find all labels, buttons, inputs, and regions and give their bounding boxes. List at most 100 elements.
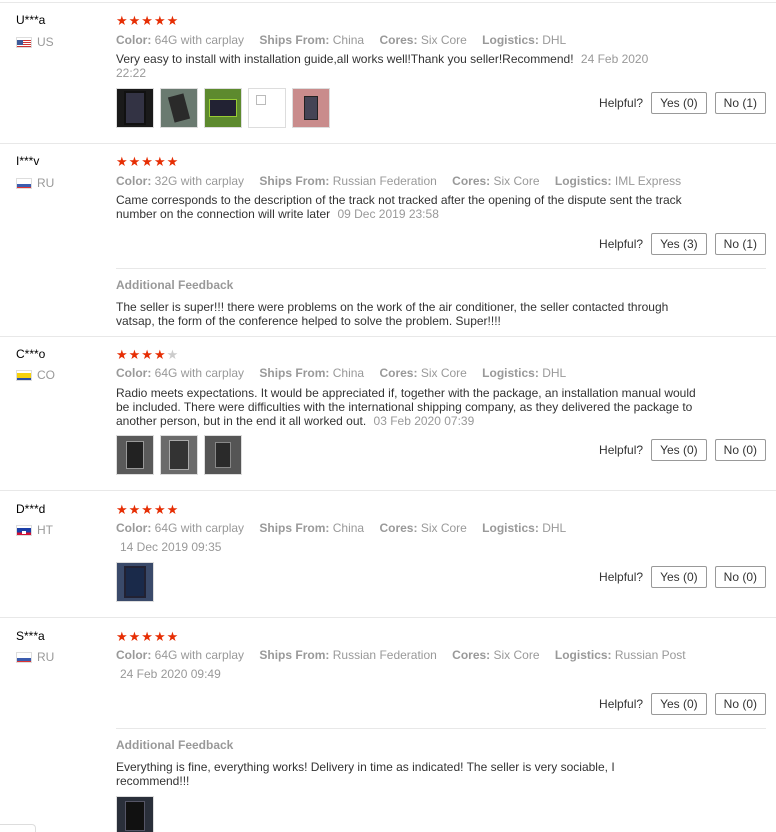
country-code: CO [37,368,55,382]
helpful-no-button[interactable]: No (0) [714,566,766,588]
helpful-yes-button[interactable]: Yes (0) [651,92,707,114]
review-attributes: Color: 64G with carplay Ships From: Chin… [116,366,578,380]
color-label: Color: [116,521,152,535]
helpful-no-button[interactable]: No (1) [714,92,766,114]
reviewer-name: D***d [16,502,46,516]
cores-value: Six Core [420,521,467,535]
ships-from-value: China [332,521,365,535]
helpful-label: Helpful? [599,96,644,110]
country-code: RU [37,176,55,190]
co-flag-icon [16,369,32,381]
color-value: 32G with carplay [154,174,245,188]
review-photo[interactable] [116,562,154,602]
review-text: Radio meets expectations. It would be ap… [116,386,696,428]
review-photo[interactable] [116,435,154,475]
ru-flag-icon [16,177,32,189]
ht-flag-icon [16,524,32,536]
ships-from-label: Ships From: [259,174,330,188]
feedback-separator [116,728,766,729]
review-separator [0,336,776,337]
helpful-yes-button[interactable]: Yes (0) [651,693,707,715]
star-rating: ★★★★★ [116,154,180,169]
star-rating: ★★★★★ [116,13,180,28]
review-attributes: Color: 64G with carplay Ships From: Russ… [116,648,698,662]
review-text: 14 Dec 2019 09:35 [116,540,696,554]
review-attributes: Color: 32G with carplay Ships From: Russ… [116,174,693,188]
review-photo[interactable] [204,435,242,475]
color-value: 64G with carplay [154,33,245,47]
review-photo[interactable] [116,796,154,832]
logistics-label: Logistics: [554,174,612,188]
cores-value: Six Core [493,174,540,188]
cores-label: Cores: [379,33,418,47]
ships-from-value: Russian Federation [332,174,437,188]
ships-from-label: Ships From: [259,521,330,535]
cores-label: Cores: [379,366,418,380]
reviewer-country: US [16,35,54,49]
helpful-yes-button[interactable]: Yes (3) [651,233,707,255]
review-date: 09 Dec 2019 23:58 [337,207,439,221]
review-attributes: Color: 64G with carplay Ships From: Chin… [116,521,578,535]
review-photos [116,435,242,475]
review-photos [116,88,330,128]
helpful-voting: Helpful? Yes (0) No (0) [599,566,766,588]
star-rating: ★★★★★ [116,502,180,517]
color-label: Color: [116,33,152,47]
review-photo[interactable] [292,88,330,128]
reviewer-country: HT [16,523,53,537]
review-separator [0,143,776,144]
feedback-separator [116,268,766,269]
cores-label: Cores: [452,174,491,188]
logistics-label: Logistics: [482,366,539,380]
helpful-no-button[interactable]: No (0) [714,693,766,715]
broken-image-icon[interactable] [248,88,286,128]
review-photo[interactable] [204,88,242,128]
helpful-yes-button[interactable]: Yes (0) [651,566,707,588]
review-photo[interactable] [160,88,198,128]
helpful-no-button[interactable]: No (0) [714,439,766,461]
logistics-label: Logistics: [482,521,539,535]
reviewer-country: RU [16,176,54,190]
review-text: 24 Feb 2020 09:49 [116,667,696,681]
color-label: Color: [116,174,152,188]
color-label: Color: [116,366,152,380]
helpful-yes-button[interactable]: Yes (0) [651,439,707,461]
star-rating: ★★★★★ [116,629,180,644]
logistics-value: DHL [542,33,567,47]
review-photos [116,562,154,602]
logistics-value: Russian Post [614,648,686,662]
ships-from-value: China [332,366,365,380]
review-date: 14 Dec 2019 09:35 [120,540,222,554]
review-attributes: Color: 64G with carplay Ships From: Chin… [116,33,578,47]
ships-from-value: Russian Federation [332,648,437,662]
additional-feedback-title: Additional Feedback [116,278,234,292]
review-separator [0,617,776,618]
review-separator [0,490,776,491]
color-value: 64G with carplay [154,648,245,662]
reviewer-name: S***a [16,629,45,643]
reviewer-name: U***a [16,13,46,27]
logistics-value: IML Express [614,174,682,188]
reviewer-country: CO [16,368,55,382]
additional-feedback-photos [116,796,154,832]
reviewer-name: I***v [16,154,40,168]
review-body: Very easy to install with installation g… [116,52,574,66]
helpful-label: Helpful? [599,570,644,584]
review-text: Came corresponds to the description of t… [116,193,696,221]
cores-value: Six Core [493,648,540,662]
logistics-label: Logistics: [554,648,612,662]
review-date: 24 Feb 2020 09:49 [120,667,221,681]
review-separator [0,2,776,3]
color-value: 64G with carplay [154,366,245,380]
reviewer-country: RU [16,650,54,664]
helpful-voting: Helpful? Yes (0) No (1) [599,92,766,114]
country-code: RU [37,650,55,664]
helpful-no-button[interactable]: No (1) [714,233,766,255]
review-photo[interactable] [116,88,154,128]
additional-feedback-title: Additional Feedback [116,738,234,752]
ships-from-value: China [332,33,365,47]
ru-flag-icon [16,651,32,663]
review-photo[interactable] [160,435,198,475]
helpful-label: Helpful? [599,443,644,457]
logistics-value: DHL [542,366,567,380]
